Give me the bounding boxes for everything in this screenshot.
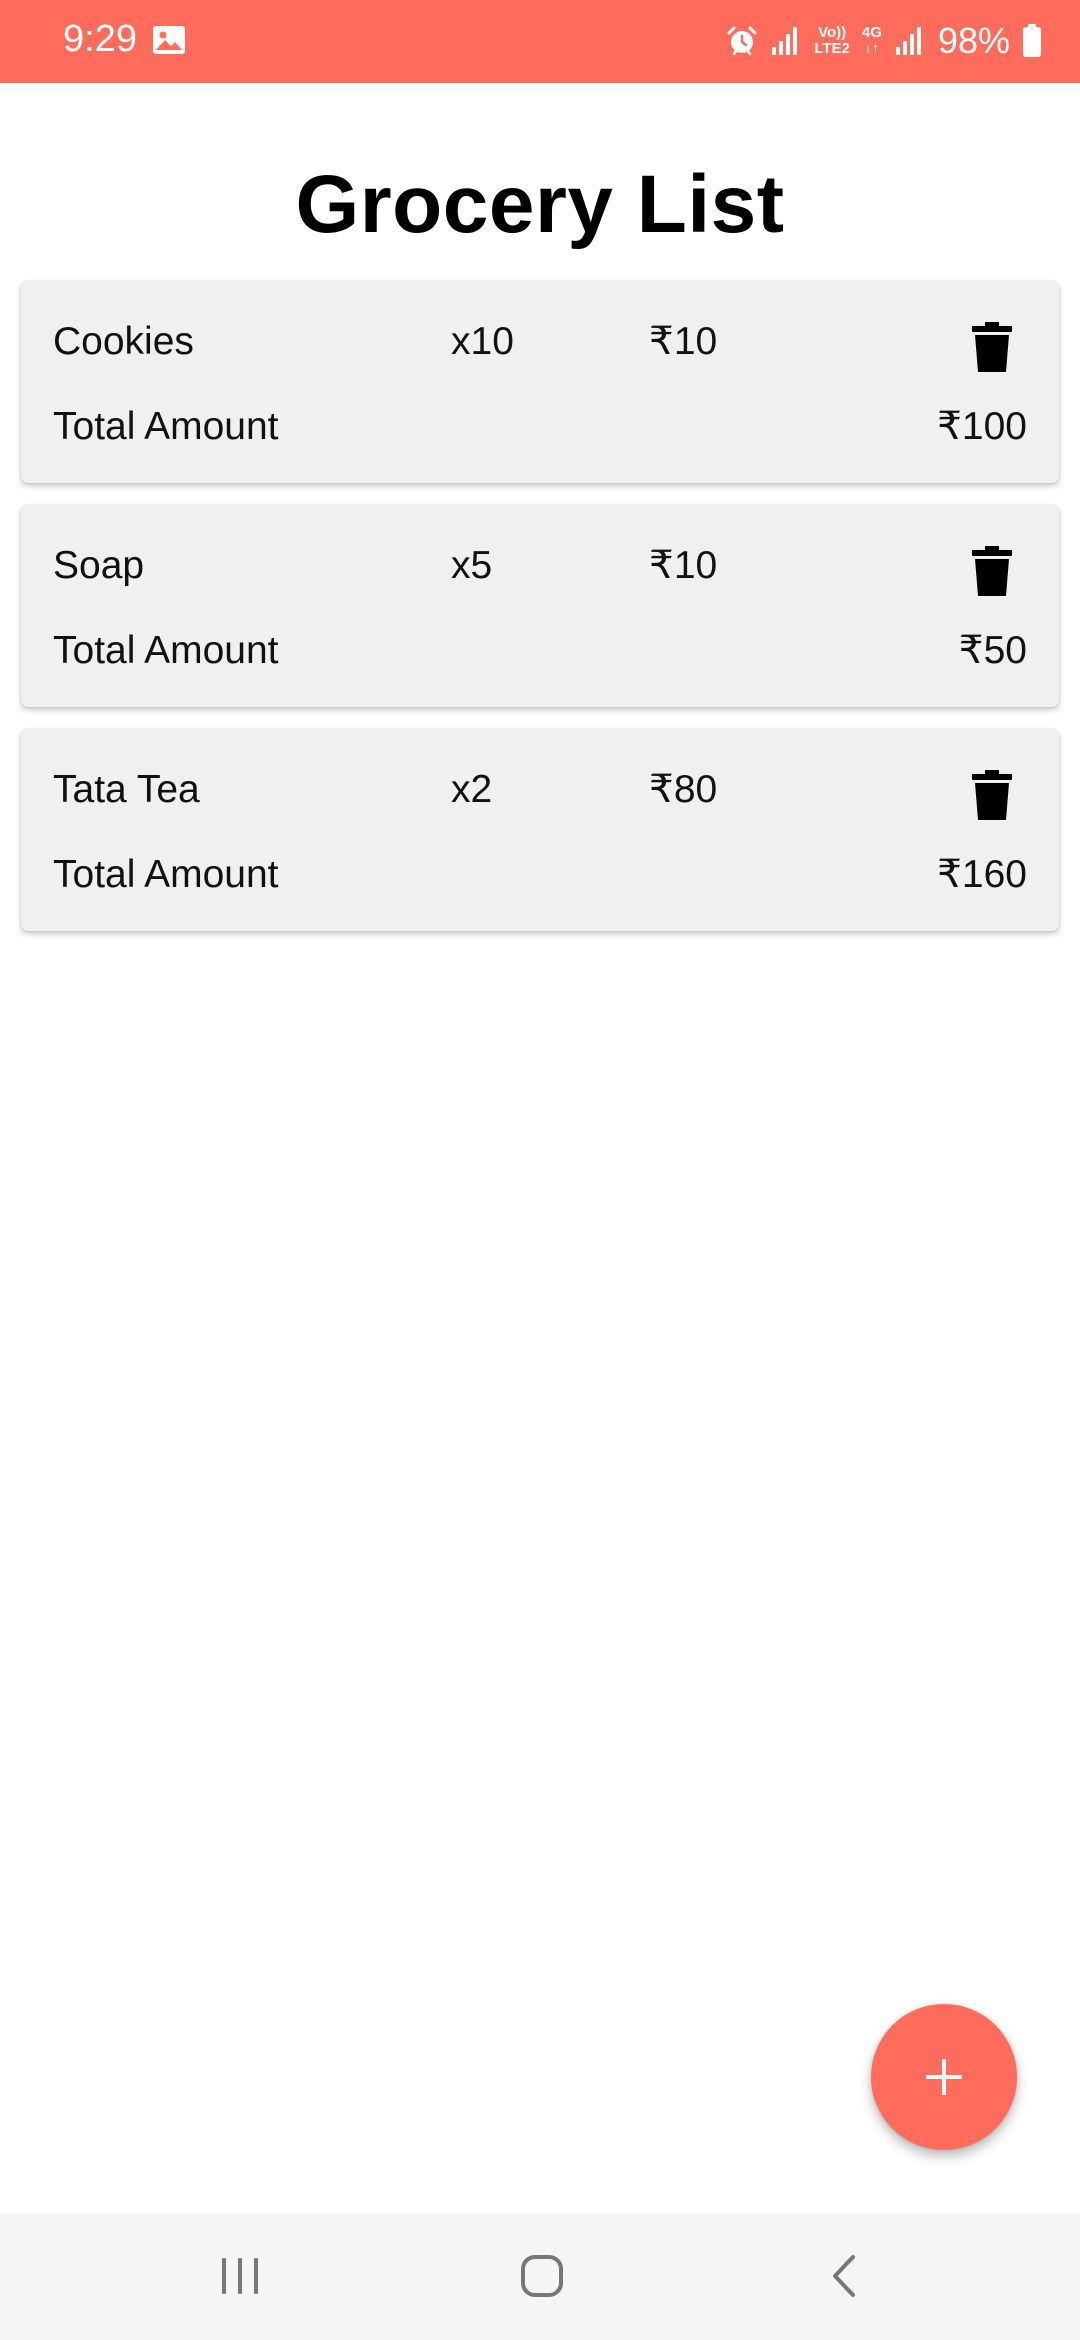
status-time: 9:29	[63, 18, 137, 60]
volte-icon: Vo)) LTE2	[814, 25, 850, 57]
item-price: ₹80	[649, 768, 718, 811]
total-amount-label: Total Amount	[53, 405, 279, 448]
alarm-icon	[726, 25, 758, 57]
data-4g-icon: 4G ↓↑	[862, 25, 882, 57]
total-amount-label: Total Amount	[53, 629, 279, 672]
back-icon	[833, 2255, 855, 2297]
item-quantity: x2	[451, 768, 493, 811]
item-quantity: x10	[451, 320, 514, 363]
status-bar: 9:29 Vo)) LTE2 4G ↓↑ 98%	[0, 0, 1080, 83]
item-quantity: x5	[451, 544, 493, 587]
battery-percentage: 98%	[937, 20, 1010, 61]
trash-icon	[972, 322, 1012, 372]
total-amount-value: ₹160	[937, 853, 1027, 896]
home-button[interactable]	[497, 2236, 587, 2316]
gallery-icon	[152, 25, 186, 55]
item-price: ₹10	[649, 544, 718, 587]
item-name: Cookies	[53, 320, 194, 363]
data-arrows-icon: ↓↑	[864, 40, 880, 57]
status-indicators: Vo)) LTE2 4G ↓↑ 98%	[726, 14, 1042, 68]
signal-icon	[770, 25, 802, 57]
add-item-button[interactable]	[871, 2004, 1017, 2150]
back-button[interactable]	[799, 2236, 889, 2316]
grocery-item-card: Soap x5 ₹10 Total Amount ₹50	[21, 505, 1059, 707]
navigation-bar	[0, 2214, 1080, 2340]
data-type-label: 4G	[861, 24, 882, 41]
page-title: Grocery List	[295, 159, 785, 250]
delete-button[interactable]	[967, 543, 1017, 599]
volte-label: Vo))	[818, 24, 847, 41]
total-amount-value: ₹50	[958, 629, 1027, 672]
total-amount-label: Total Amount	[53, 853, 279, 896]
item-name: Tata Tea	[53, 768, 200, 811]
trash-icon	[972, 770, 1012, 820]
home-icon	[521, 2255, 563, 2297]
item-name: Soap	[53, 544, 145, 587]
lte-label: LTE2	[814, 40, 850, 57]
delete-button[interactable]	[967, 767, 1017, 823]
grocery-item-card: Cookies x10 ₹10 Total Amount ₹100	[21, 281, 1059, 483]
delete-button[interactable]	[967, 319, 1017, 375]
signal-icon	[894, 25, 926, 57]
total-amount-value: ₹100	[937, 405, 1027, 448]
grocery-list: Cookies x10 ₹10 Total Amount ₹100 Soap x…	[21, 281, 1059, 953]
recents-button[interactable]	[195, 2236, 285, 2316]
item-price: ₹10	[649, 320, 718, 363]
plus-icon	[926, 2059, 962, 2095]
recents-icon	[222, 2258, 258, 2294]
trash-icon	[972, 546, 1012, 596]
grocery-item-card: Tata Tea x2 ₹80 Total Amount ₹160	[21, 729, 1059, 931]
battery-icon	[1022, 24, 1042, 58]
